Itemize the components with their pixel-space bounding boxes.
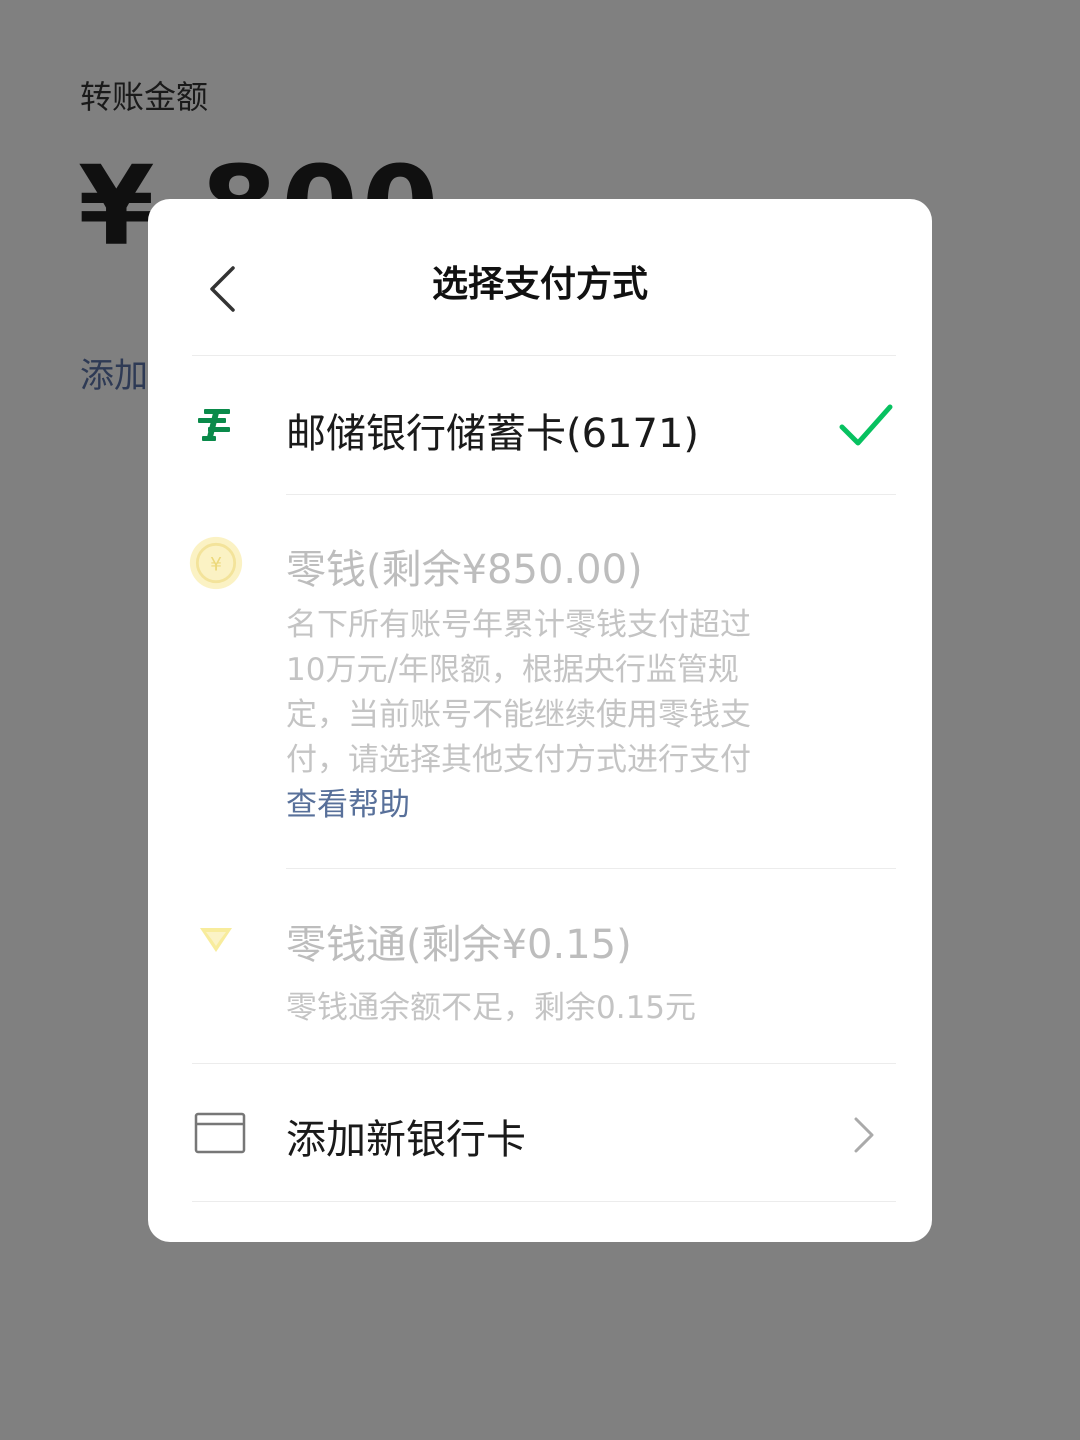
option-divider	[192, 1063, 896, 1064]
payment-option-title: 邮储银行储蓄卡(6171)	[286, 411, 700, 457]
add-note-link: 添加	[80, 356, 148, 396]
lingqiantong-icon	[188, 912, 244, 968]
payment-option-postal-bank[interactable]: 邮储银行储蓄卡(6171)	[148, 357, 932, 495]
view-help-link[interactable]: 查看帮助	[286, 787, 410, 823]
payment-option-description: 名下所有账号年累计零钱支付超过10万元/年限额，根据央行监管规定，当前账号不能继…	[286, 603, 756, 828]
check-icon	[839, 404, 893, 446]
payment-option-change: ¥ 零钱(剩余¥850.00) 名下所有账号年累计零钱支付超过10万元/年限额，…	[148, 495, 932, 870]
modal-header: 选择支付方式	[148, 199, 932, 357]
payment-option-title: 零钱通(剩余¥0.15)	[286, 922, 632, 968]
payment-option-lingqiantong: 零钱通(剩余¥0.15) 零钱通余额不足，剩余0.15元	[148, 870, 932, 1065]
header-divider	[192, 355, 896, 356]
chevron-right-icon	[854, 1117, 874, 1153]
option-divider	[286, 868, 896, 869]
add-new-bank-card-button[interactable]: 添加新银行卡	[148, 1065, 932, 1203]
svg-text:¥: ¥	[210, 554, 222, 575]
option-divider	[192, 1201, 896, 1202]
payment-method-modal: 选择支付方式 邮储银行储蓄卡(6171) ¥ 零钱(剩余¥850.00) 名下所…	[148, 199, 932, 1242]
transfer-amount-label: 转账金额	[80, 78, 209, 116]
change-limit-notice: 名下所有账号年累计零钱支付超过10万元/年限额，根据央行监管规定，当前账号不能继…	[286, 607, 751, 778]
payment-option-title: 零钱(剩余¥850.00)	[286, 547, 643, 593]
postal-bank-icon	[188, 397, 244, 453]
coin-icon: ¥	[188, 535, 244, 591]
payment-option-title: 添加新银行卡	[286, 1117, 526, 1163]
modal-title: 选择支付方式	[431, 264, 648, 305]
bank-card-icon	[192, 1105, 248, 1161]
payment-option-description: 零钱通余额不足，剩余0.15元	[286, 990, 697, 1026]
